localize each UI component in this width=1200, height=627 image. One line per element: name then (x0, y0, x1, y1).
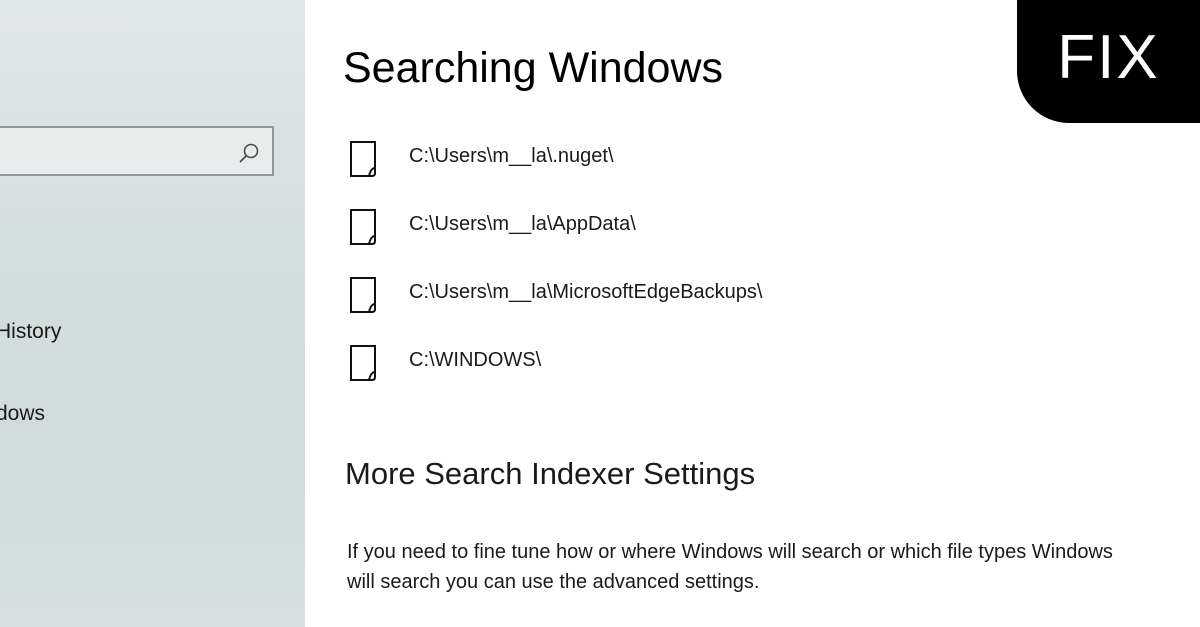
folder-path: C:\WINDOWS\ (409, 349, 542, 371)
sidebar-item-searching-windows[interactable]: dows (0, 402, 45, 426)
section-description: If you need to fine tune how or where Wi… (347, 541, 1113, 593)
sidebar-item-label: History (0, 320, 62, 343)
folder-path: C:\Users\m__la\.nuget\ (409, 145, 614, 167)
fix-badge-label: FIX (1057, 23, 1160, 92)
list-item[interactable]: C:\Users\m__la\MicrosoftEdgeBackups\ (349, 273, 762, 341)
file-icon (350, 277, 376, 313)
search-icon[interactable] (238, 142, 260, 164)
excluded-folders-list: C:\Users\m__la\.nuget\ C:\Users\m__la\Ap… (349, 137, 762, 409)
sidebar-item-label: dows (0, 402, 46, 425)
folder-path: C:\Users\m__la\AppData\ (409, 213, 636, 235)
section-heading: More Search Indexer Settings (345, 456, 756, 491)
file-icon (350, 141, 376, 177)
sidebar-item-history[interactable]: History (0, 320, 61, 344)
folder-path: C:\Users\m__la\MicrosoftEdgeBackups\ (409, 281, 763, 303)
list-item[interactable]: C:\WINDOWS\ (349, 341, 762, 409)
page-title: Searching Windows (343, 44, 724, 92)
list-item[interactable]: C:\Users\m__la\.nuget\ (349, 137, 762, 205)
file-icon (350, 345, 376, 381)
settings-sidebar: History dows (0, 0, 305, 627)
fix-badge: FIX (1017, 0, 1200, 123)
list-item[interactable]: C:\Users\m__la\AppData\ (349, 205, 762, 273)
search-input[interactable] (0, 126, 274, 176)
file-icon (350, 209, 376, 245)
